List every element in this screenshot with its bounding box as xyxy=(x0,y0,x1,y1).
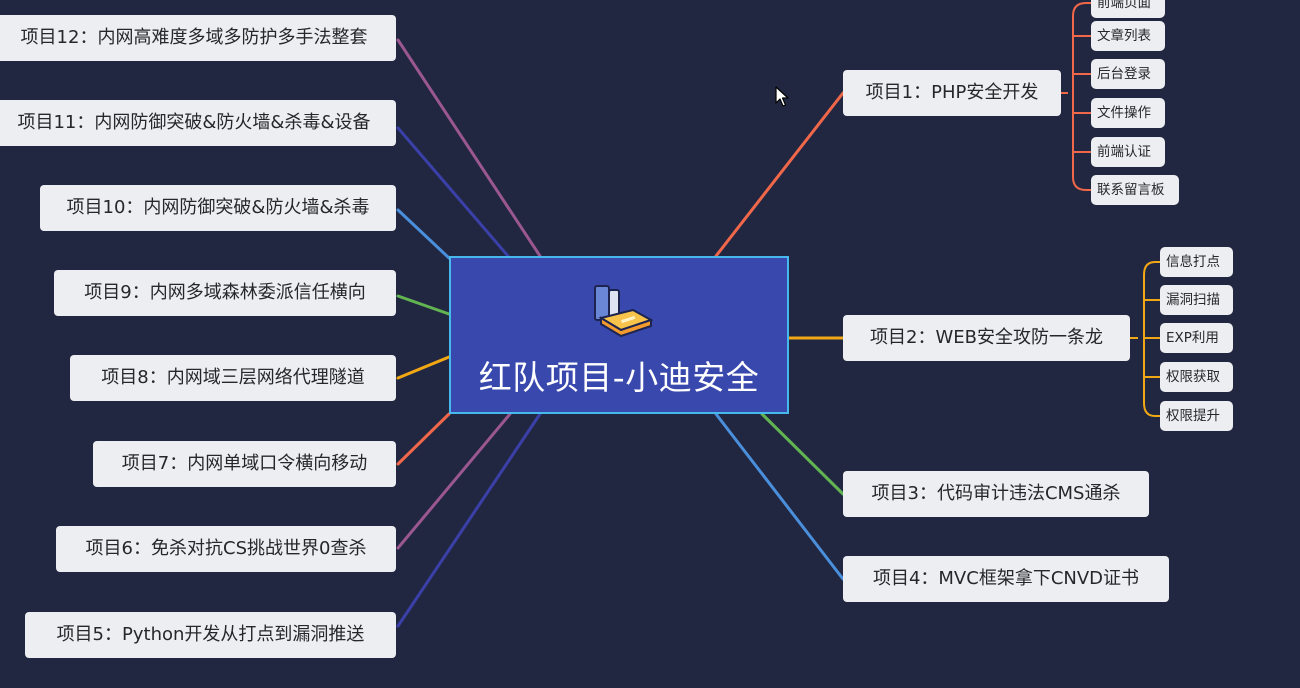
node-label: 项目2：WEB安全攻防一条龙 xyxy=(870,327,1103,348)
leaf-label: 联系留言板 xyxy=(1097,182,1165,198)
connector-line xyxy=(396,208,451,260)
right-node-project-3[interactable]: 项目3：代码审计违法CMS通杀 xyxy=(843,471,1149,517)
left-node-project-10[interactable]: 项目10：内网防御突破&防火墙&杀毒 xyxy=(40,185,396,231)
mouse-cursor-icon xyxy=(775,86,789,107)
leaf-node[interactable]: 权限获取 xyxy=(1160,362,1233,392)
connector-line xyxy=(714,91,845,258)
connector-line xyxy=(1072,2,1087,191)
leaf-node[interactable]: 文件操作 xyxy=(1091,98,1165,128)
leaf-node[interactable]: 漏洞扫描 xyxy=(1160,285,1233,315)
leaf-node[interactable]: 前端认证 xyxy=(1091,137,1165,167)
leaf-label: 前端认证 xyxy=(1097,144,1151,160)
right-node-project-1[interactable]: 项目1：PHP安全开发 xyxy=(843,70,1061,116)
left-node-project-12[interactable]: 项目12：内网高难度多域多防护多手法整套 xyxy=(0,15,396,61)
connector-line xyxy=(396,412,542,628)
node-label: 项目9：内网多域森林委派信任横向 xyxy=(84,282,366,303)
leaf-node[interactable]: 权限提升 xyxy=(1160,401,1233,431)
leaf-node[interactable]: EXP利用 xyxy=(1160,323,1233,353)
books-icon xyxy=(594,285,654,338)
node-label: 项目8：内网域三层网络代理隧道 xyxy=(101,367,365,388)
connector-line xyxy=(714,412,845,581)
node-label: 项目10：内网防御突破&防火墙&杀毒 xyxy=(66,197,370,218)
connector-line xyxy=(396,412,451,466)
left-node-project-5[interactable]: 项目5：Python开发从打点到漏洞推送 xyxy=(25,612,396,658)
leaf-label: 前端页面 xyxy=(1097,0,1151,11)
connector-line xyxy=(396,294,451,316)
leaf-node[interactable]: 后台登录 xyxy=(1091,59,1165,89)
connector-line xyxy=(396,412,512,550)
right-node-project-2[interactable]: 项目2：WEB安全攻防一条龙 xyxy=(843,315,1130,361)
leaf-label: 文章列表 xyxy=(1097,28,1151,44)
node-label: 项目12：内网高难度多域多防护多手法整套 xyxy=(20,27,368,48)
left-node-project-7[interactable]: 项目7：内网单域口令横向移动 xyxy=(93,441,396,487)
leaf-label: 信息打点 xyxy=(1166,254,1220,270)
center-title: 红队项目-小迪安全 xyxy=(478,358,760,397)
connector-line xyxy=(396,38,542,258)
node-label: 项目7：内网单域口令横向移动 xyxy=(121,453,368,474)
leaf-node[interactable]: 信息打点 xyxy=(1160,247,1233,277)
node-label: 项目11：内网防御突破&防火墙&杀毒&设备 xyxy=(17,112,371,133)
node-label: 项目1：PHP安全开发 xyxy=(865,82,1039,103)
leaf-label: 权限获取 xyxy=(1166,369,1220,385)
leaf-label: 文件操作 xyxy=(1097,105,1151,121)
leaf-node[interactable]: 联系留言板 xyxy=(1091,175,1179,205)
leaf-label: 权限提升 xyxy=(1166,408,1220,424)
node-label: 项目3：代码审计违法CMS通杀 xyxy=(871,483,1121,504)
left-node-project-9[interactable]: 项目9：内网多域森林委派信任横向 xyxy=(54,270,396,316)
left-node-project-6[interactable]: 项目6：免杀对抗CS挑战世界0查杀 xyxy=(56,526,396,572)
leaf-node[interactable]: 文章列表 xyxy=(1091,21,1165,51)
connector-line xyxy=(396,355,451,380)
left-node-project-11[interactable]: 项目11：内网防御突破&防火墙&杀毒&设备 xyxy=(0,100,396,146)
node-label: 项目6：免杀对抗CS挑战世界0查杀 xyxy=(85,538,367,559)
leaf-node[interactable]: 前端页面 xyxy=(1091,0,1165,18)
left-node-project-8[interactable]: 项目8：内网域三层网络代理隧道 xyxy=(70,355,396,401)
right-node-project-4[interactable]: 项目4：MVC框架拿下CNVD证书 xyxy=(843,556,1169,602)
node-label: 项目4：MVC框架拿下CNVD证书 xyxy=(872,568,1140,589)
connector-line xyxy=(760,412,845,496)
connector-line xyxy=(396,126,510,258)
leaf-label: 后台登录 xyxy=(1097,66,1151,82)
leaf-label: 漏洞扫描 xyxy=(1166,292,1220,308)
leaf-label: EXP利用 xyxy=(1166,330,1219,346)
center-node[interactable]: 红队项目-小迪安全 xyxy=(449,256,789,414)
node-label: 项目5：Python开发从打点到漏洞推送 xyxy=(56,624,365,645)
